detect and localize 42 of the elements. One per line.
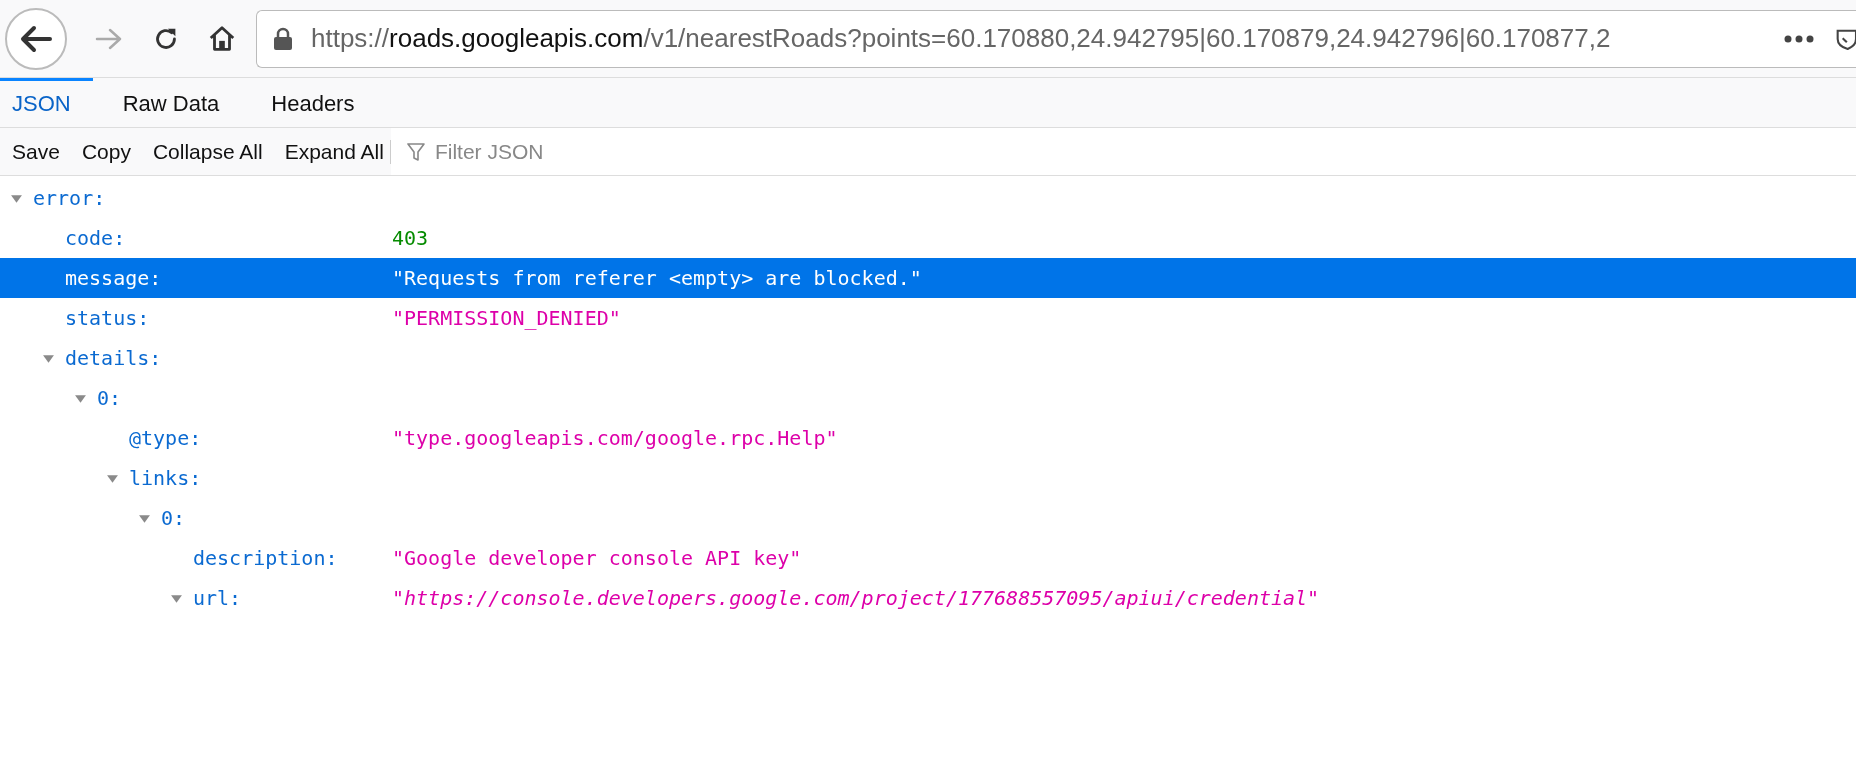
more-icon[interactable]: [1784, 34, 1814, 43]
toolbar-button[interactable]: Expand All: [272, 139, 391, 164]
json-key: details:: [65, 346, 162, 370]
tree-row[interactable]: links:: [0, 458, 1856, 498]
json-key: description:: [193, 546, 338, 570]
lock-icon: [273, 26, 293, 51]
json-value: "https://console.developers.google.com/project/177688557095/apiui/credential": [392, 586, 1320, 610]
json-value: 403: [392, 226, 429, 250]
json-key: 0:: [97, 386, 122, 410]
tree-row[interactable]: details:: [0, 338, 1856, 378]
tree-row[interactable]: message: "Requests from referer <empty> are blocked.": [0, 258, 1856, 298]
url-text: https://roads.googleapis.com/v1/nearestRoads?points=60.170880,24.942795|60.170879,24.942796|60.170877,2: [311, 23, 1612, 54]
back-icon[interactable]: [4, 6, 68, 71]
tree-row[interactable]: description: "Google developer console API key": [0, 538, 1856, 578]
json-value: "PERMISSION_DENIED": [392, 306, 621, 330]
tree-row[interactable]: code: 403: [0, 218, 1856, 258]
json-value: "type.googleapis.com/google.rpc.Help": [392, 426, 838, 450]
tree-row[interactable]: 0:: [0, 378, 1856, 418]
viewer-tab[interactable]: Raw Data: [110, 78, 242, 127]
json-key: links:: [129, 466, 202, 490]
tree-row[interactable]: error:: [0, 178, 1856, 218]
filter-field[interactable]: Filter JSON: [432, 138, 737, 165]
tree-row[interactable]: url: "https://console.developers.google.com/project/177688557095/apiui/credential": [0, 578, 1856, 618]
funnel-icon: [406, 141, 425, 162]
json-key: 0:: [161, 506, 186, 530]
toolbar-button[interactable]: Save: [0, 139, 70, 164]
viewer-tab[interactable]: Headers: [259, 78, 377, 127]
json-key: url:: [193, 586, 242, 610]
json-value: "Requests from referer <empty> are blocked.": [392, 266, 922, 290]
json-key: error:: [33, 186, 106, 210]
toolbar-button[interactable]: Collapse All: [140, 139, 273, 164]
tree-row[interactable]: 0:: [0, 498, 1856, 538]
address-bar[interactable]: https://roads.googleapis.com/v1/nearestRoads?points=60.170880,24.942795|60.170879,24.942796|60.170877,2: [256, 9, 1856, 68]
toolbar-button[interactable]: Copy: [69, 139, 141, 164]
tree-row[interactable]: @type: "type.googleapis.com/google.rpc.Help": [0, 418, 1856, 458]
json-key: @type:: [129, 426, 202, 450]
tree-row[interactable]: status: "PERMISSION_DENIED": [0, 298, 1856, 338]
json-key: code:: [65, 226, 126, 250]
json-value: "Google developer console API key": [392, 546, 802, 570]
home-icon[interactable]: [207, 23, 237, 54]
json-key: status:: [65, 306, 150, 330]
json-key: message:: [65, 266, 162, 290]
